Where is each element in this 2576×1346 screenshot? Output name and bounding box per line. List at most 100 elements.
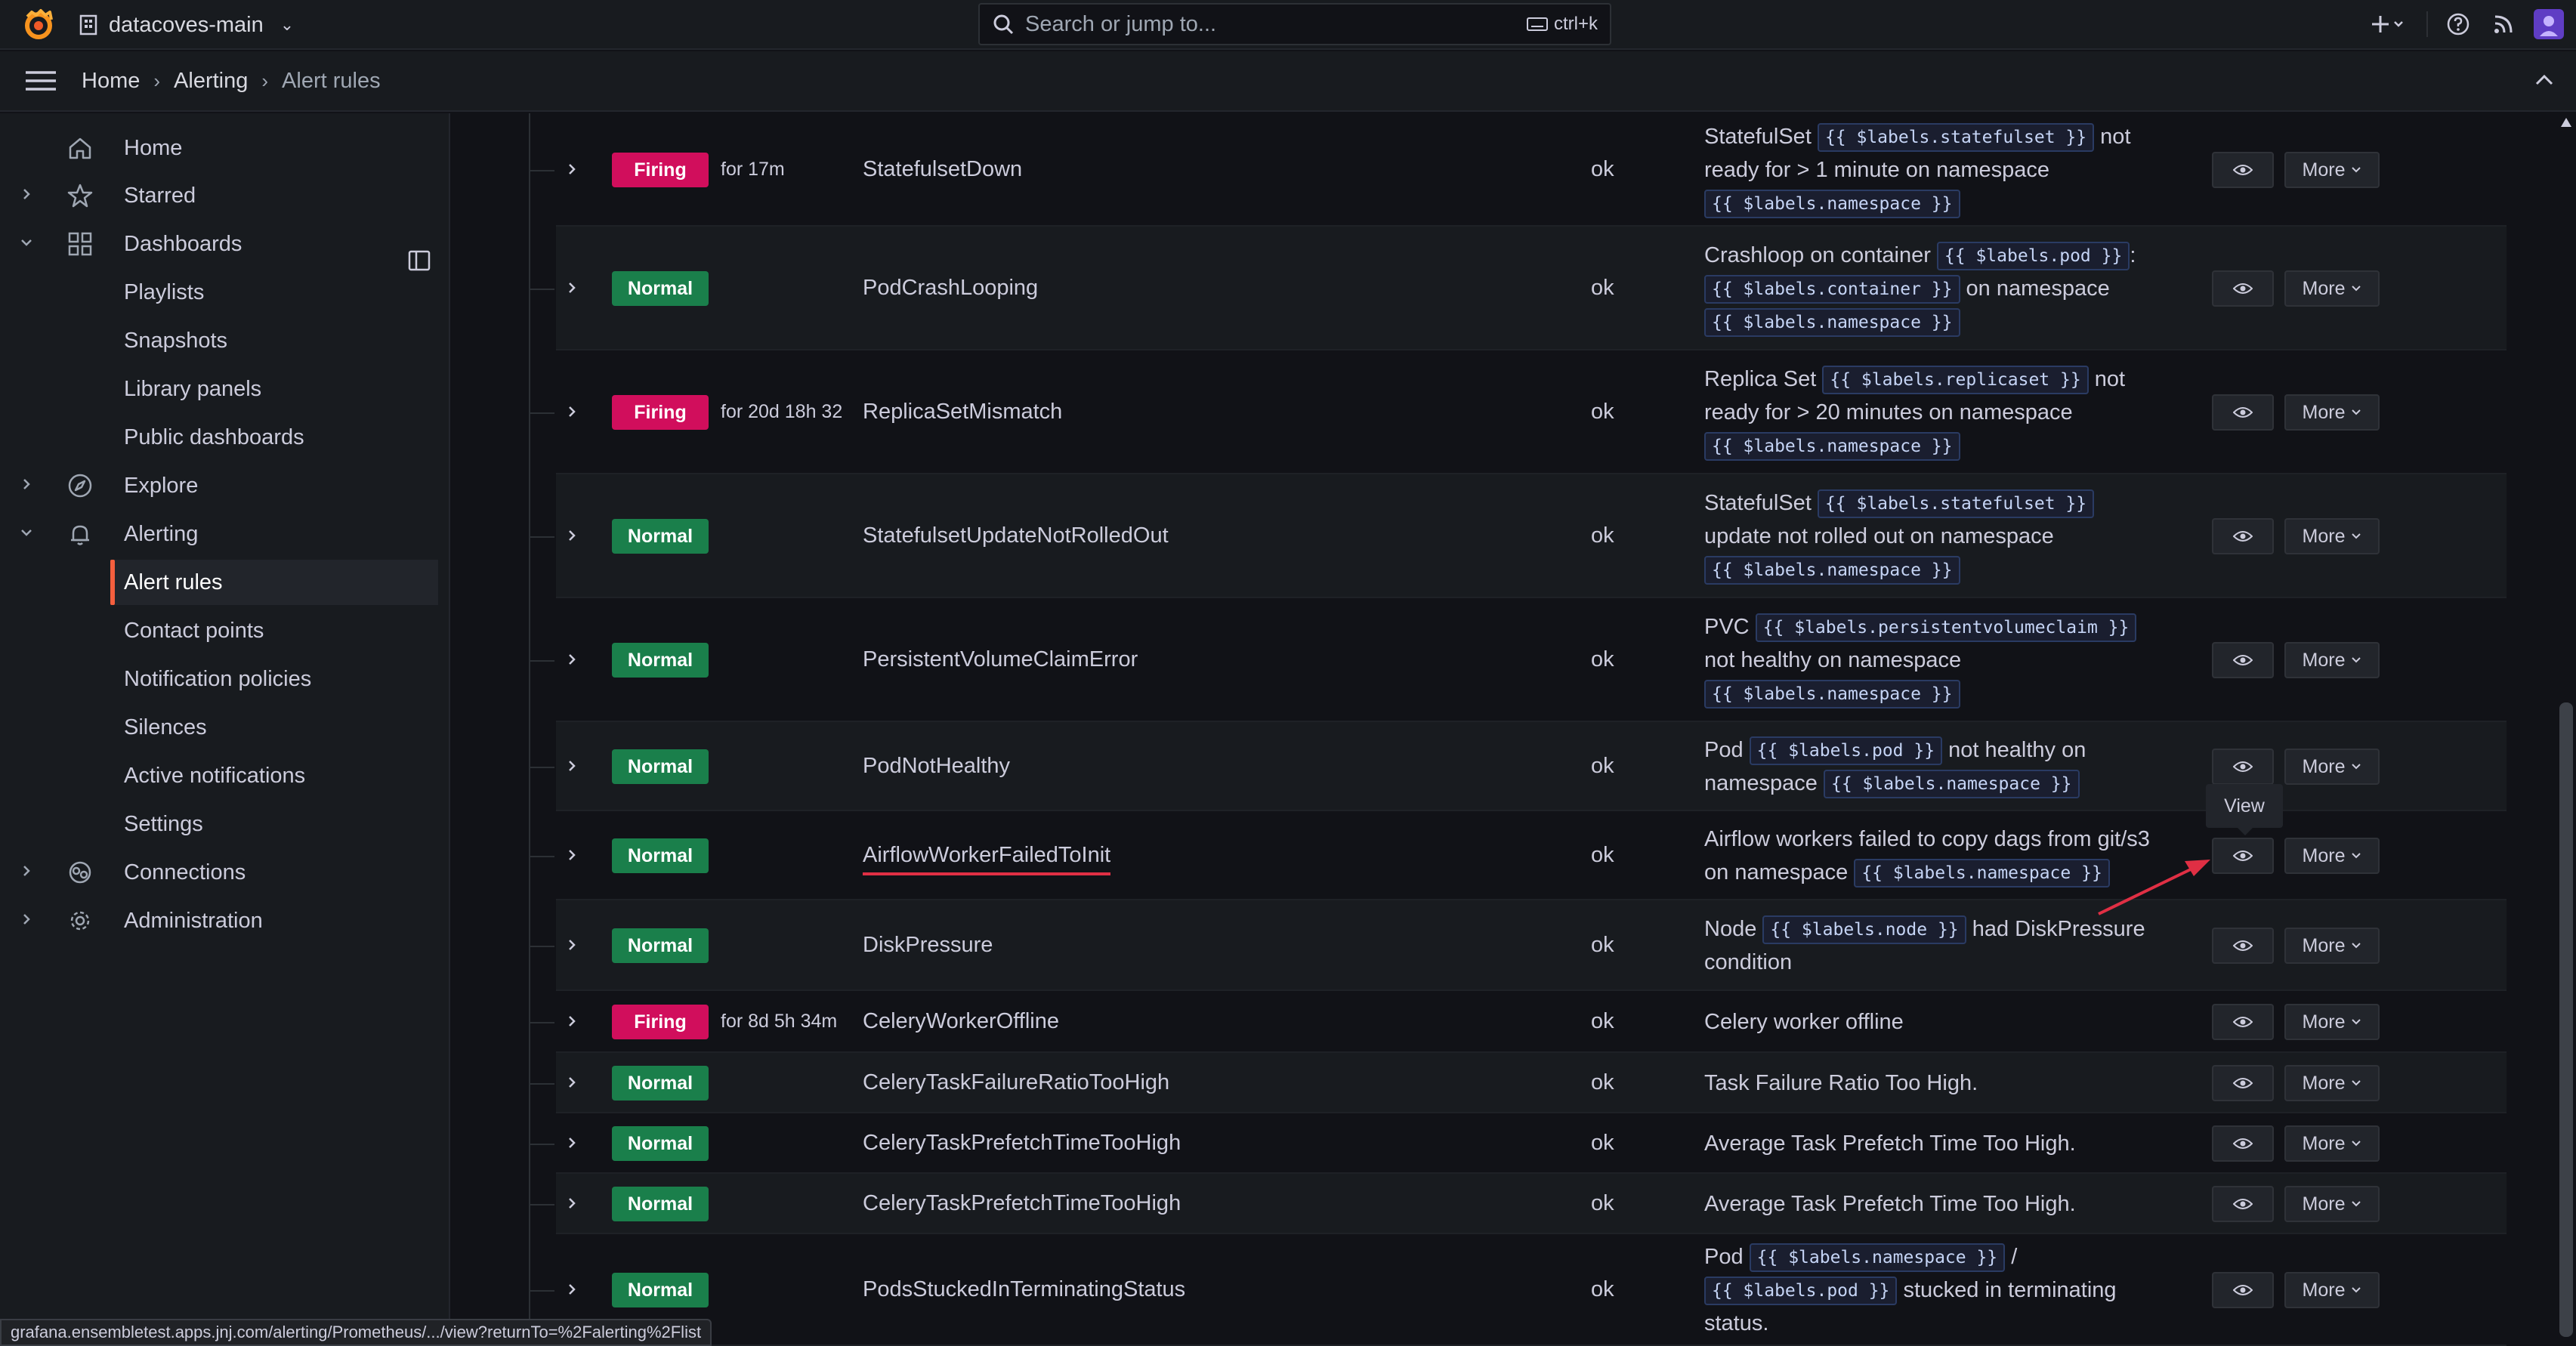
view-rule-button[interactable]	[2212, 1272, 2274, 1308]
sidebar-item-public-dashboards[interactable]: Public dashboards	[0, 415, 446, 460]
expand-row-chevron-icon[interactable]	[565, 403, 588, 425]
more-actions-button[interactable]: More	[2284, 518, 2380, 554]
chevron-down-icon[interactable]	[18, 524, 35, 544]
rule-name[interactable]: CeleryTaskPrefetchTimeTooHigh	[863, 1191, 1181, 1216]
expand-row-chevron-icon[interactable]	[565, 758, 588, 780]
view-rule-button[interactable]	[2212, 1125, 2274, 1162]
expand-row-chevron-icon[interactable]	[565, 527, 588, 549]
sidebar-item-alert-rules[interactable]: Alert rules	[110, 560, 438, 605]
more-actions-button[interactable]: More	[2284, 1272, 2380, 1308]
more-actions-button[interactable]: More	[2284, 394, 2380, 431]
sidebar-item-notification-policies[interactable]: Notification policies	[0, 656, 446, 702]
breadcrumb-alerting[interactable]: Alerting	[174, 69, 248, 94]
view-rule-button[interactable]	[2212, 1065, 2274, 1101]
table-row[interactable]: Normal CeleryTaskPrefetchTimeTooHigh ok Ave…	[529, 1174, 2507, 1234]
more-actions-button[interactable]: More	[2284, 749, 2380, 785]
chevron-right-icon[interactable]	[18, 476, 35, 495]
table-row[interactable]: Normal CeleryTaskFailureRatioTooHigh ok Tas…	[529, 1053, 2507, 1113]
more-actions-button[interactable]: More	[2284, 1004, 2380, 1040]
table-row[interactable]: Normal CeleryTaskPrefetchTimeTooHigh ok Ave…	[529, 1113, 2507, 1174]
table-row[interactable]: Normal PodCrashLooping ok Crashloop on cont…	[529, 227, 2507, 350]
rule-name[interactable]: StatefulsetUpdateNotRolledOut	[863, 523, 1169, 548]
sidebar-item-explore[interactable]: Explore	[0, 463, 446, 508]
chevron-up-icon[interactable]	[2534, 69, 2555, 91]
rule-name[interactable]: CeleryTaskPrefetchTimeTooHigh	[863, 1131, 1181, 1156]
expand-row-chevron-icon[interactable]	[565, 1074, 588, 1096]
table-row[interactable]: Normal PersistentVolumeClaimError ok PVC {{…	[529, 598, 2507, 722]
rule-name[interactable]: CeleryWorkerOffline	[863, 1009, 1059, 1034]
expand-row-chevron-icon[interactable]	[565, 847, 588, 869]
more-actions-button[interactable]: More	[2284, 838, 2380, 874]
chevron-right-icon[interactable]	[18, 186, 35, 205]
more-actions-button[interactable]: More	[2284, 152, 2380, 188]
rule-name[interactable]: AirflowWorkerFailedToInit	[863, 843, 1111, 875]
sidebar-item-home[interactable]: Home	[0, 125, 446, 171]
sidebar-item-starred[interactable]: Starred	[0, 173, 446, 218]
rule-name[interactable]: PodNotHealthy	[863, 754, 1010, 779]
view-rule-button[interactable]	[2212, 270, 2274, 307]
more-actions-button[interactable]: More	[2284, 1125, 2380, 1162]
view-rule-button[interactable]	[2212, 394, 2274, 431]
table-row[interactable]: Normal PodsStuckedInTerminatingStatus ok Po…	[529, 1234, 2507, 1346]
expand-row-chevron-icon[interactable]	[565, 937, 588, 959]
scrollbar[interactable]	[2556, 113, 2576, 1346]
expand-row-chevron-icon[interactable]	[565, 651, 588, 673]
more-actions-button[interactable]: More	[2284, 270, 2380, 307]
view-rule-button[interactable]	[2212, 152, 2274, 188]
more-actions-button[interactable]: More	[2284, 928, 2380, 964]
profile-button[interactable]	[2526, 2, 2571, 47]
rule-name[interactable]: PodCrashLooping	[863, 276, 1038, 301]
view-rule-button[interactable]	[2212, 1186, 2274, 1222]
search-bar[interactable]: Search or jump to... ctrl+k	[978, 3, 1611, 45]
news-button[interactable]	[2481, 2, 2526, 47]
view-rule-button[interactable]	[2212, 518, 2274, 554]
scroll-up-arrow-icon[interactable]	[2559, 115, 2573, 130]
rule-name[interactable]: CeleryTaskFailureRatioTooHigh	[863, 1070, 1169, 1095]
sidebar-item-settings[interactable]: Settings	[0, 801, 446, 847]
breadcrumb-home[interactable]: Home	[82, 69, 140, 94]
table-row[interactable]: Normal StatefulsetUpdateNotRolledOut ok Sta…	[529, 474, 2507, 598]
view-rule-button[interactable]	[2212, 838, 2274, 874]
chevron-right-icon[interactable]	[18, 863, 35, 882]
table-row[interactable]: Firing for 8d 5h 34m CeleryWorkerOffline ok…	[529, 991, 2507, 1053]
view-rule-button[interactable]	[2212, 749, 2274, 785]
rule-name[interactable]: PodsStuckedInTerminatingStatus	[863, 1277, 1185, 1302]
sidebar-item-connections[interactable]: Connections	[0, 850, 446, 895]
new-button[interactable]	[2355, 2, 2419, 47]
help-button[interactable]	[2435, 2, 2481, 47]
chevron-down-icon[interactable]	[18, 234, 35, 254]
scrollbar-thumb[interactable]	[2559, 702, 2573, 1337]
sidebar-item-alerting[interactable]: Alerting	[0, 511, 446, 557]
expand-row-chevron-icon[interactable]	[565, 161, 588, 183]
expand-row-chevron-icon[interactable]	[565, 1013, 588, 1035]
sidebar-item-contact-points[interactable]: Contact points	[0, 608, 446, 653]
sidebar-item-active-notifications[interactable]: Active notifications	[0, 753, 446, 798]
grafana-logo-icon[interactable]	[20, 6, 57, 44]
rule-name[interactable]: PersistentVolumeClaimError	[863, 647, 1138, 672]
rule-name[interactable]: StatefulsetDown	[863, 157, 1022, 182]
more-actions-button[interactable]: More	[2284, 1186, 2380, 1222]
menu-icon[interactable]	[23, 69, 59, 93]
sidebar-item-silences[interactable]: Silences	[0, 705, 446, 750]
expand-row-chevron-icon[interactable]	[565, 1195, 588, 1217]
chevron-right-icon[interactable]	[18, 911, 35, 931]
expand-row-chevron-icon[interactable]	[565, 1281, 588, 1303]
view-rule-button[interactable]	[2212, 1004, 2274, 1040]
sidebar-item-snapshots[interactable]: Snapshots	[0, 318, 446, 363]
expand-row-chevron-icon[interactable]	[565, 279, 588, 301]
sidebar-item-administration[interactable]: Administration	[0, 898, 446, 943]
more-actions-button[interactable]: More	[2284, 642, 2380, 678]
table-row[interactable]: Firing for 17m StatefulsetDown ok StatefulSe…	[529, 113, 2507, 227]
sidebar-item-playlists[interactable]: Playlists	[0, 270, 446, 315]
rule-name[interactable]: DiskPressure	[863, 933, 993, 958]
table-row[interactable]: Normal DiskPressure ok Node {{ $labels.node…	[529, 900, 2507, 991]
view-rule-button[interactable]	[2212, 642, 2274, 678]
more-actions-button[interactable]: More	[2284, 1065, 2380, 1101]
expand-row-chevron-icon[interactable]	[565, 1135, 588, 1156]
sidebar-item-dashboards[interactable]: Dashboards	[0, 221, 446, 267]
view-rule-button[interactable]	[2212, 928, 2274, 964]
rule-name[interactable]: ReplicaSetMismatch	[863, 400, 1062, 424]
org-switcher[interactable]: datacoves-main ⌄	[79, 8, 294, 42]
table-row[interactable]: Firing for 20d 18h 32 ReplicaSetMismatch ok…	[529, 350, 2507, 474]
sidebar-item-library-panels[interactable]: Library panels	[0, 366, 446, 412]
